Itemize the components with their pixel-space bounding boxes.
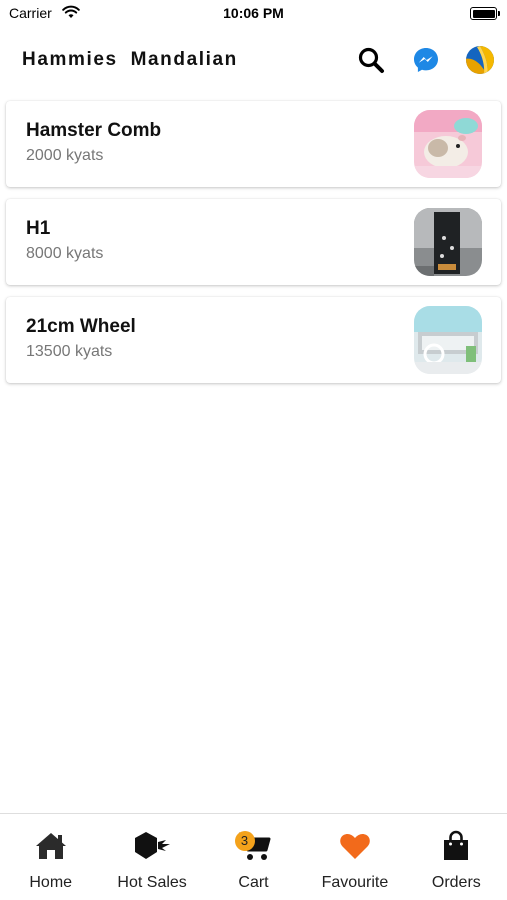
product-card[interactable]: 21cm Wheel 13500 kyats — [6, 297, 501, 383]
product-card[interactable]: H1 8000 kyats — [6, 199, 501, 285]
nav-favourite[interactable]: Favourite — [304, 814, 405, 900]
app-title: Hammies Mandalian — [22, 49, 238, 70]
cart-badge: 3 — [234, 831, 255, 851]
avatar-icon[interactable] — [464, 44, 496, 76]
product-name: H1 — [26, 218, 51, 239]
status-time: 10:06 PM — [223, 5, 284, 21]
search-icon[interactable] — [355, 44, 387, 76]
product-card[interactable]: Hamster Comb 2000 kyats — [6, 101, 501, 187]
nav-label: Cart — [238, 874, 269, 891]
hot-sales-icon — [132, 828, 172, 864]
product-price: 13500 kyats — [26, 343, 113, 360]
product-name: Hamster Comb — [26, 120, 162, 141]
nav-label: Hot Sales — [117, 874, 187, 891]
product-image — [414, 110, 482, 178]
product-image — [414, 208, 482, 276]
status-bar: Carrier 10:06 PM — [0, 0, 507, 30]
product-image — [414, 306, 482, 374]
product-name: 21cm Wheel — [26, 316, 136, 337]
product-list: Hamster Comb 2000 kyats H1 8000 kyats 21… — [6, 101, 501, 395]
heart-icon — [335, 828, 375, 864]
nav-home[interactable]: Home — [0, 814, 101, 900]
nav-hot-sales[interactable]: Hot Sales — [101, 814, 202, 900]
messenger-icon[interactable] — [410, 44, 442, 76]
product-price: 8000 kyats — [26, 245, 104, 262]
nav-label: Favourite — [321, 874, 389, 891]
nav-label: Orders — [431, 874, 481, 891]
nav-cart[interactable]: 3 Cart — [203, 814, 304, 900]
battery-icon — [470, 7, 500, 20]
app-bar: Hammies Mandalian — [0, 36, 507, 84]
nav-orders[interactable]: Orders — [406, 814, 507, 900]
home-icon — [31, 828, 71, 864]
cart-icon: 3 — [234, 828, 274, 864]
product-price: 2000 kyats — [26, 147, 104, 164]
bottom-nav: Home Hot Sales 3 Cart Favourite Orders — [0, 813, 507, 900]
shopping-bag-icon — [436, 828, 476, 864]
nav-label: Home — [29, 874, 73, 891]
